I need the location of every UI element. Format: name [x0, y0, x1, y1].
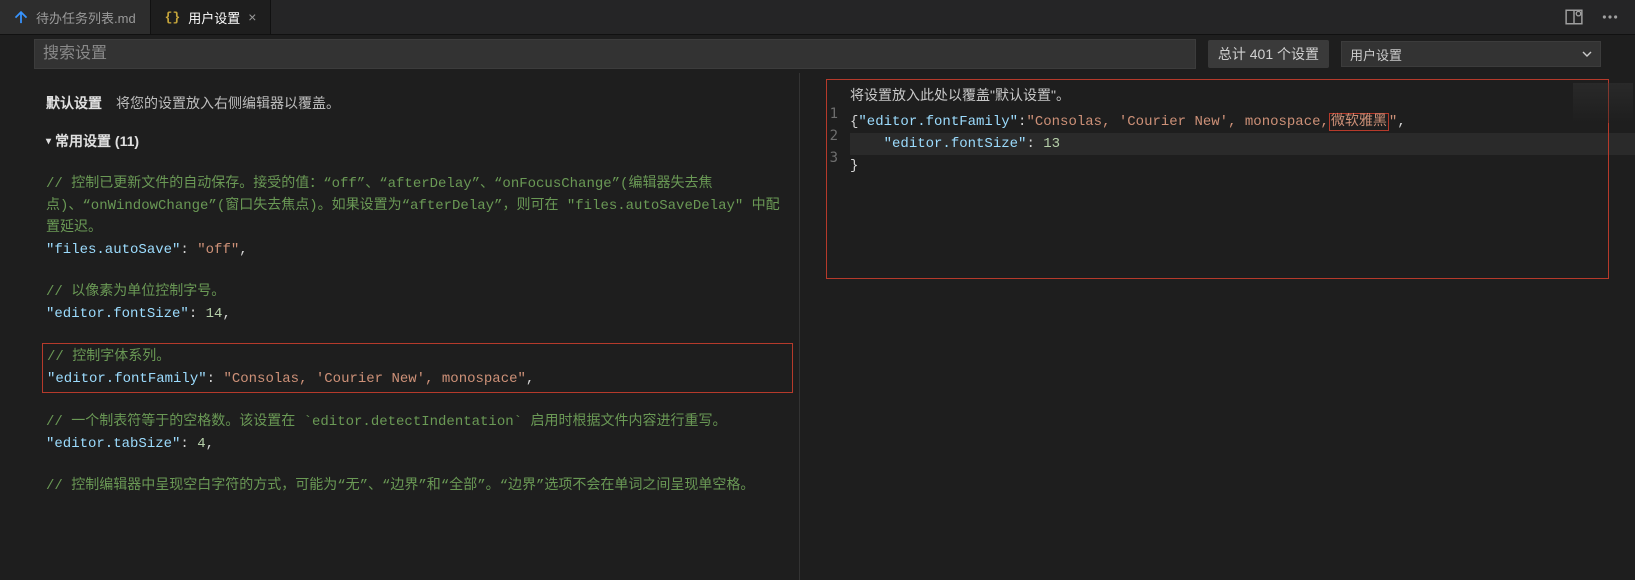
default-settings-pane: 默认设置 将您的设置放入右侧编辑器以覆盖。 ▾ 常用设置 (11) // 控制已… [0, 73, 800, 580]
setting-keyvalue: "editor.fontSize": 14, [46, 303, 789, 325]
setting-keyvalue: "editor.fontFamily": "Consolas, 'Courier… [47, 368, 788, 390]
chevron-down-icon: ▾ [46, 136, 51, 147]
section-toggle-common[interactable]: ▾ 常用设置 (11) [46, 131, 789, 151]
setting-entry: // 控制字体系列。"editor.fontFamily": "Consolas… [42, 343, 793, 393]
code-line: } [850, 155, 1635, 177]
default-settings-subtitle: 将您的设置放入右侧编辑器以覆盖。 [116, 93, 340, 113]
section-label: 常用设置 (11) [55, 131, 139, 151]
tab-close-button[interactable]: × [248, 9, 256, 25]
user-settings-pane: 将设置放入此处以覆盖"默认设置"。 1 2 3 {"editor.fontFam… [800, 73, 1635, 580]
setting-entry: // 一个制表符等于的空格数。该设置在 `editor.detectIndent… [46, 411, 789, 455]
json-braces-icon: {} [165, 10, 181, 25]
annotation-box [826, 79, 1609, 279]
setting-comment: // 一个制表符等于的空格数。该设置在 `editor.detectIndent… [46, 411, 789, 433]
tab-settings-label: 用户设置 [188, 8, 240, 27]
line-number: 3 [808, 147, 838, 169]
chevron-down-icon [1582, 49, 1592, 59]
user-settings-hint: 将设置放入此处以覆盖"默认设置"。 [850, 85, 1635, 105]
settings-scope-label: 用户设置 [1350, 45, 1402, 64]
setting-entry: // 以像素为单位控制字号。"editor.fontSize": 14, [46, 281, 789, 325]
setting-comment: // 以像素为单位控制字号。 [46, 281, 789, 303]
user-settings-code[interactable]: {"editor.fontFamily":"Consolas, 'Courier… [850, 111, 1635, 177]
split-editor-icon[interactable] [1565, 8, 1583, 26]
settings-scope-select[interactable]: 用户设置 [1341, 41, 1601, 67]
setting-entry: // 控制编辑器中呈现空白字符的方式，可能为“无”、“边界”和“全部”。“边界”… [46, 475, 789, 497]
settings-search-bar: 总计 401 个设置 用户设置 [0, 35, 1635, 73]
settings-split: 默认设置 将您的设置放入右侧编辑器以覆盖。 ▾ 常用设置 (11) // 控制已… [0, 73, 1635, 580]
line-number: 2 [808, 125, 838, 147]
line-number: 1 [808, 103, 838, 125]
setting-keyvalue: "files.autoSave": "off", [46, 239, 789, 261]
tab-bar: 待办任务列表.md {} 用户设置 × [0, 0, 1635, 35]
markdown-icon [14, 10, 28, 24]
annotation-inline: 微软雅黑 [1329, 113, 1389, 131]
setting-comment: // 控制编辑器中呈现空白字符的方式，可能为“无”、“边界”和“全部”。“边界”… [46, 475, 789, 497]
code-line: "editor.fontSize": 13 [850, 133, 1635, 155]
more-actions-icon[interactable] [1601, 8, 1619, 26]
line-number-gutter: 1 2 3 [808, 103, 838, 169]
tab-file[interactable]: 待办任务列表.md [0, 0, 151, 34]
tab-file-label: 待办任务列表.md [36, 8, 136, 27]
search-input[interactable] [34, 39, 1196, 69]
default-settings-code[interactable]: // 控制已更新文件的自动保存。接受的值：“off”、“afterDelay”、… [46, 173, 789, 497]
setting-entry: // 控制已更新文件的自动保存。接受的值：“off”、“afterDelay”、… [46, 173, 789, 261]
settings-count-badge: 总计 401 个设置 [1208, 40, 1329, 68]
minimap[interactable] [1573, 83, 1633, 123]
default-settings-title: 默认设置 [46, 93, 102, 113]
code-line: {"editor.fontFamily":"Consolas, 'Courier… [850, 111, 1635, 133]
setting-keyvalue: "editor.tabSize": 4, [46, 433, 789, 455]
setting-comment: // 控制已更新文件的自动保存。接受的值：“off”、“afterDelay”、… [46, 173, 789, 239]
setting-comment: // 控制字体系列。 [47, 346, 788, 368]
tabbar-actions [1565, 0, 1635, 34]
tab-settings[interactable]: {} 用户设置 × [151, 0, 272, 34]
